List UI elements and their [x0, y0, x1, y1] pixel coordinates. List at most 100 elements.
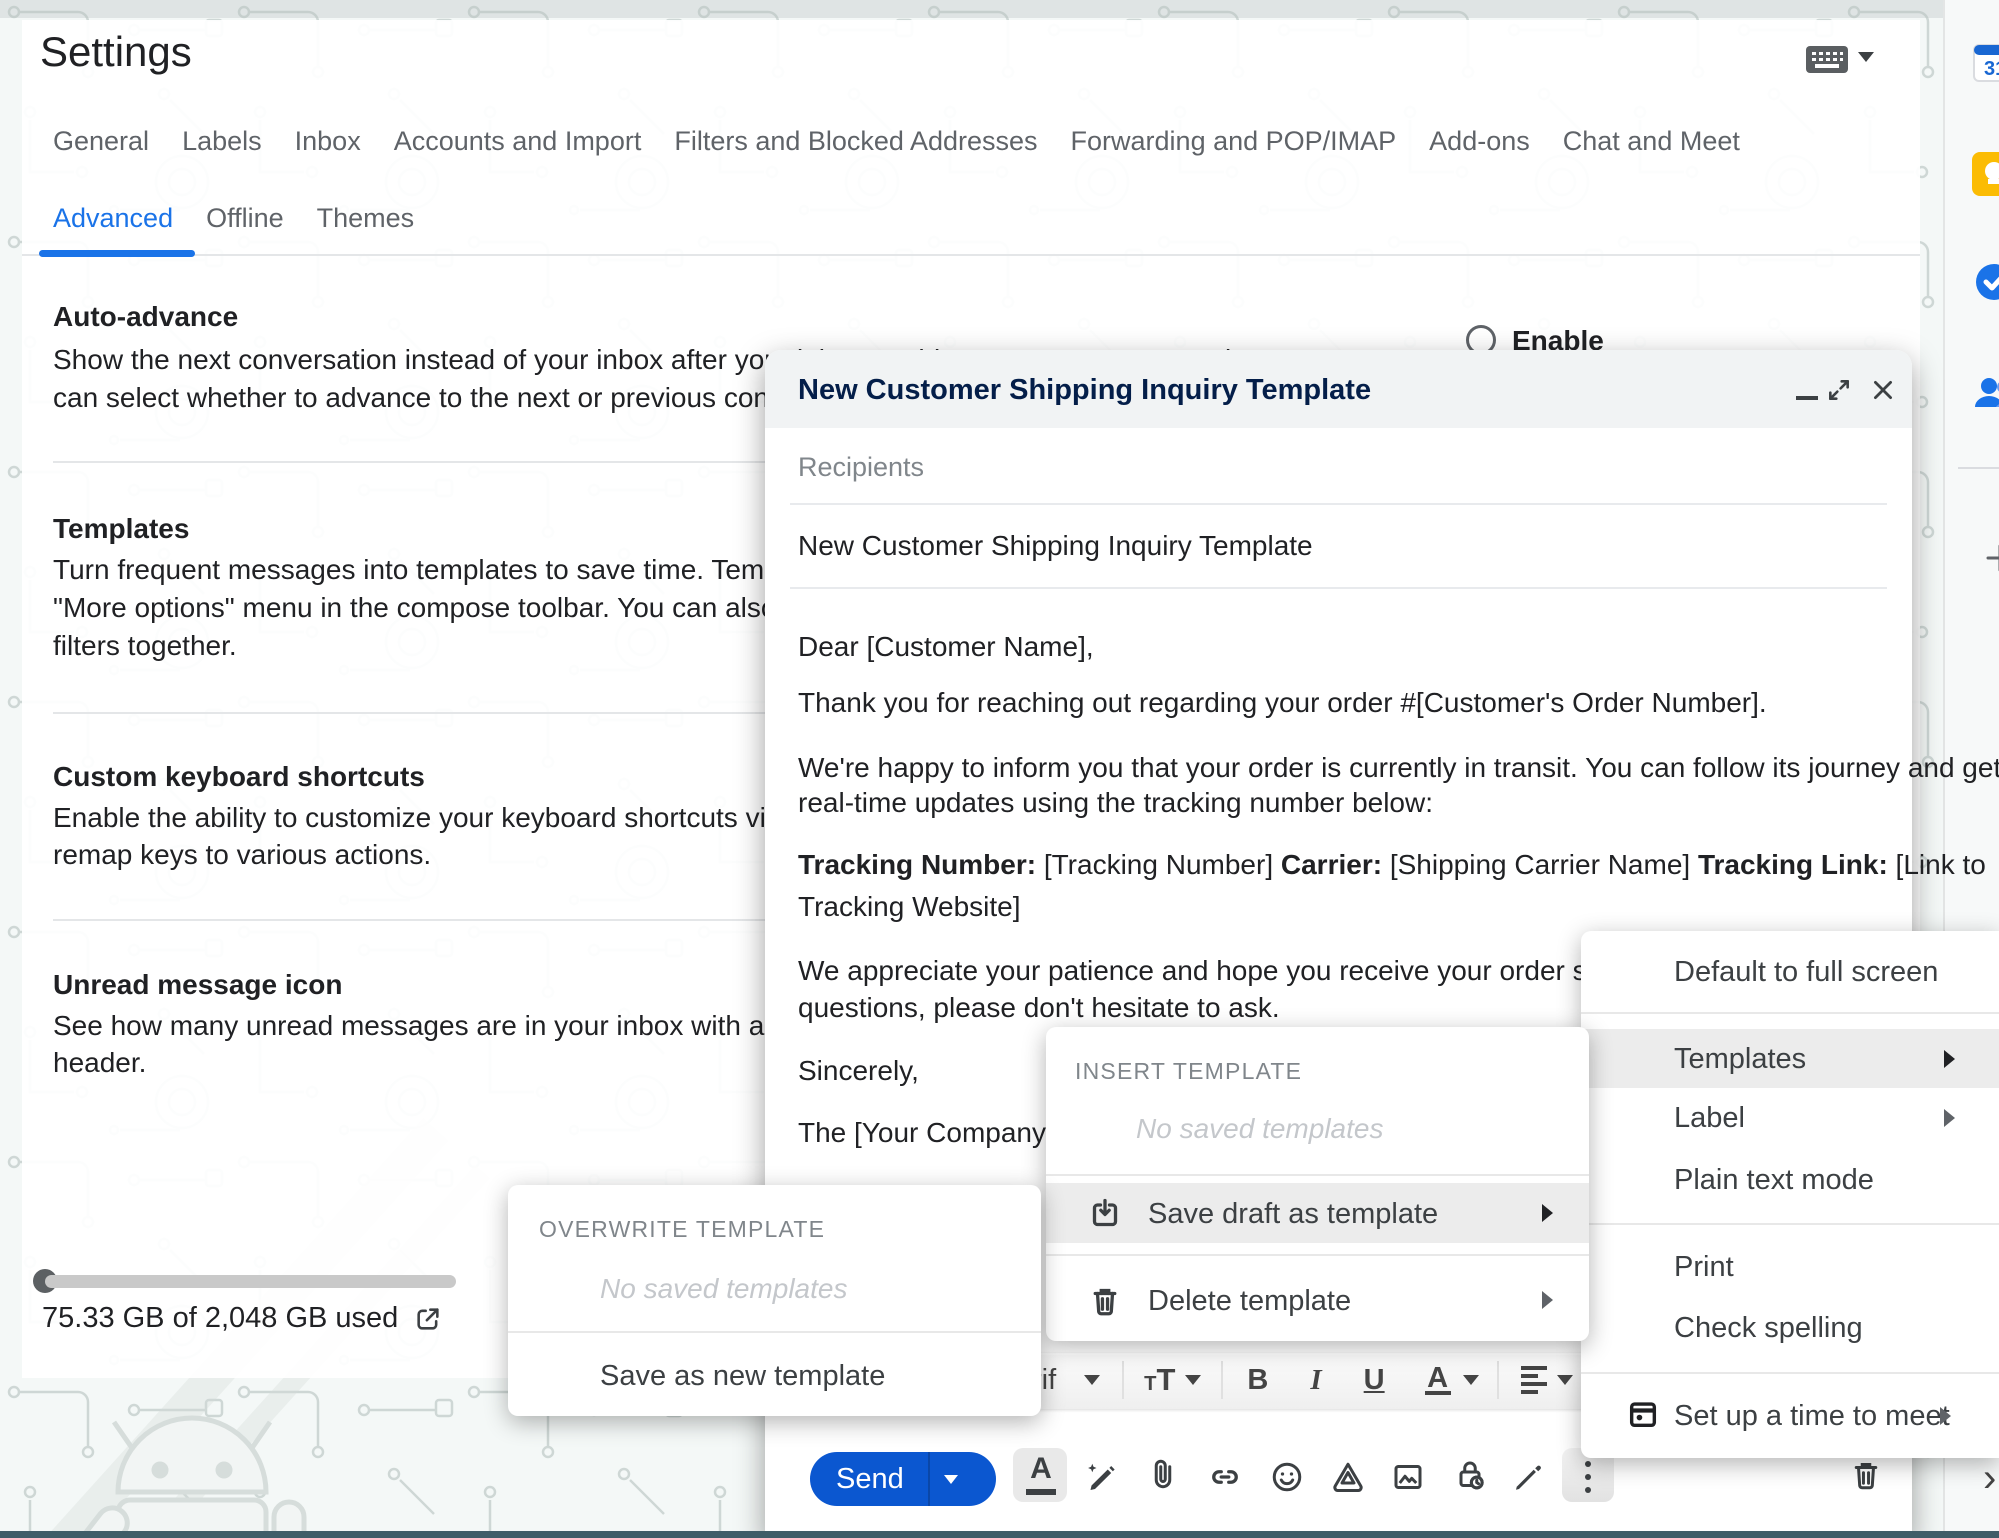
recipients-field[interactable]: Recipients: [798, 452, 924, 483]
section-heading-custom-keyboard-shortcuts: Custom keyboard shortcuts: [53, 761, 425, 793]
active-tab-underline: [39, 250, 195, 257]
input-tools-dropdown-caret[interactable]: [1858, 52, 1874, 62]
calendar-icon[interactable]: 31: [1972, 41, 1999, 85]
menu-divider: [1581, 1372, 1999, 1374]
subject-divider: [790, 587, 1887, 589]
send-options-caret[interactable]: [944, 1475, 958, 1484]
font-size-button[interactable]: TT: [1144, 1362, 1175, 1398]
help-me-write-pen-icon[interactable]: [1083, 1459, 1119, 1495]
section-text: remap keys to various actions.: [53, 838, 431, 872]
menu-item-check-spelling[interactable]: Check spelling: [1674, 1311, 1863, 1345]
confidential-mode-lock-icon[interactable]: [1452, 1457, 1488, 1493]
signature-pen-icon[interactable]: [1510, 1459, 1546, 1495]
keep-icon[interactable]: [1972, 152, 1999, 196]
menu-item-label[interactable]: Label: [1581, 1088, 1999, 1147]
tab-inbox[interactable]: Inbox: [295, 126, 361, 157]
drive-icon[interactable]: [1330, 1459, 1366, 1495]
bold-button[interactable]: B: [1247, 1364, 1268, 1397]
underline-button[interactable]: U: [1364, 1364, 1385, 1397]
insert-photo-icon[interactable]: [1390, 1459, 1426, 1495]
submenu-arrow-icon: [1944, 1109, 1955, 1127]
compose-body-line[interactable]: questions, please don't hesitate to ask.: [798, 990, 1280, 1026]
menu-divider: [508, 1331, 1041, 1333]
chevron-down-icon[interactable]: [1084, 1375, 1100, 1385]
tab-labels[interactable]: Labels: [182, 126, 262, 157]
storage-usage: 75.33 GB of 2,048 GB used: [42, 1302, 442, 1335]
section-heading-unread-message-icon: Unread message icon: [53, 969, 342, 1001]
compose-body-line[interactable]: Tracking Number: [Tracking Number] Carri…: [798, 847, 1986, 883]
chevron-down-icon[interactable]: [1185, 1375, 1201, 1385]
no-saved-templates-text: No saved templates: [600, 1273, 847, 1305]
align-icon[interactable]: [1521, 1366, 1547, 1394]
tab-forwarding-and-pop-imap[interactable]: Forwarding and POP/IMAP: [1071, 126, 1397, 157]
submenu-arrow-icon: [1542, 1204, 1553, 1222]
attach-file-icon[interactable]: [1145, 1457, 1181, 1493]
tab-advanced[interactable]: Advanced: [53, 203, 173, 234]
compose-body-line[interactable]: real-time updates using the tracking num…: [798, 785, 1433, 821]
settings-tabs: General Labels Inbox Accounts and Import…: [53, 126, 1740, 157]
section-heading-auto-advance: Auto-advance: [53, 301, 238, 333]
send-split-divider: [928, 1452, 930, 1506]
no-saved-templates-text: No saved templates: [1136, 1113, 1383, 1145]
close-icon[interactable]: [1870, 377, 1896, 403]
menu-item-default-to-full-screen[interactable]: Default to full screen: [1674, 955, 1938, 989]
input-tools-keyboard-button[interactable]: [1806, 46, 1848, 73]
menu-item-plain-text-mode[interactable]: Plain text mode: [1674, 1163, 1874, 1197]
save-template-icon: [1087, 1196, 1123, 1232]
menu-divider: [1046, 1174, 1589, 1176]
compose-body-line[interactable]: We're happy to inform you that your orde…: [798, 750, 1999, 786]
compose-body-line[interactable]: Thank you for reaching out regarding you…: [798, 685, 1767, 721]
section-text: header.: [53, 1046, 146, 1080]
insert-link-icon[interactable]: [1207, 1459, 1243, 1495]
svg-text:31: 31: [1984, 58, 1999, 80]
menu-item-templates[interactable]: Templates: [1581, 1029, 1999, 1088]
storage-usage-text: 75.33 GB of 2,048 GB used: [42, 1302, 398, 1335]
tab-add-ons[interactable]: Add-ons: [1429, 126, 1530, 157]
trash-icon: [1087, 1283, 1123, 1319]
menu-item-delete-template[interactable]: Delete template: [1046, 1270, 1589, 1330]
contacts-icon[interactable]: [1972, 371, 1999, 415]
chevron-down-icon[interactable]: [1557, 1375, 1573, 1385]
compose-body-line[interactable]: Sincerely,: [798, 1053, 919, 1089]
submenu-arrow-icon: [1944, 1050, 1955, 1068]
hide-side-panel-chevron[interactable]: ›: [1983, 1456, 1996, 1501]
settings-subtabs: Advanced Offline Themes: [53, 203, 414, 234]
subject-field[interactable]: New Customer Shipping Inquiry Template: [798, 530, 1313, 562]
tabs-divider: [22, 254, 1920, 256]
tab-filters-and-blocked-addresses[interactable]: Filters and Blocked Addresses: [674, 126, 1037, 157]
discard-draft-trash-icon[interactable]: [1848, 1457, 1884, 1493]
italic-button[interactable]: I: [1310, 1364, 1321, 1397]
minimize-icon[interactable]: [1796, 396, 1818, 400]
send-button-label: Send: [810, 1463, 904, 1496]
formatting-options-button[interactable]: A: [1026, 1452, 1056, 1495]
send-button[interactable]: Send: [810, 1452, 996, 1506]
text-color-button[interactable]: A: [1425, 1365, 1451, 1395]
menu-item-print[interactable]: Print: [1674, 1250, 1734, 1284]
tab-accounts-and-import[interactable]: Accounts and Import: [394, 126, 642, 157]
side-panel-divider: [1958, 467, 1999, 469]
insert-emoji-icon[interactable]: [1269, 1459, 1305, 1495]
compose-title: New Customer Shipping Inquiry Template: [798, 374, 1371, 407]
more-send-options-icon[interactable]: [1585, 1461, 1591, 1493]
toolbar-separator: [1497, 1361, 1499, 1399]
tab-offline[interactable]: Offline: [206, 203, 284, 234]
tasks-icon[interactable]: [1972, 260, 1999, 304]
overwrite-template-header: OVERWRITE TEMPLATE: [539, 1216, 825, 1243]
menu-item-set-up-a-time-to-meet[interactable]: Set up a time to meet: [1581, 1386, 1999, 1446]
tab-chat-and-meet[interactable]: Chat and Meet: [1563, 126, 1740, 157]
toolbar-separator: [1221, 1361, 1223, 1399]
add-icon[interactable]: [1972, 536, 1999, 580]
calendar-icon: [1626, 1397, 1660, 1431]
compose-body-line[interactable]: Dear [Customer Name],: [798, 629, 1094, 665]
recipients-divider: [790, 503, 1887, 505]
insert-template-header: INSERT TEMPLATE: [1075, 1058, 1302, 1085]
more-options-menu: Default to full screen Templates Label P…: [1581, 931, 1999, 1458]
chevron-down-icon[interactable]: [1463, 1375, 1479, 1385]
external-link-icon[interactable]: [414, 1305, 442, 1333]
compose-body-line[interactable]: Tracking Website]: [798, 889, 1021, 925]
menu-item-save-as-new-template[interactable]: Save as new template: [600, 1359, 885, 1393]
tab-themes[interactable]: Themes: [317, 203, 415, 234]
tab-general[interactable]: General: [53, 126, 149, 157]
fullscreen-icon[interactable]: [1826, 377, 1852, 403]
menu-item-save-draft-as-template[interactable]: Save draft as template: [1046, 1183, 1589, 1243]
